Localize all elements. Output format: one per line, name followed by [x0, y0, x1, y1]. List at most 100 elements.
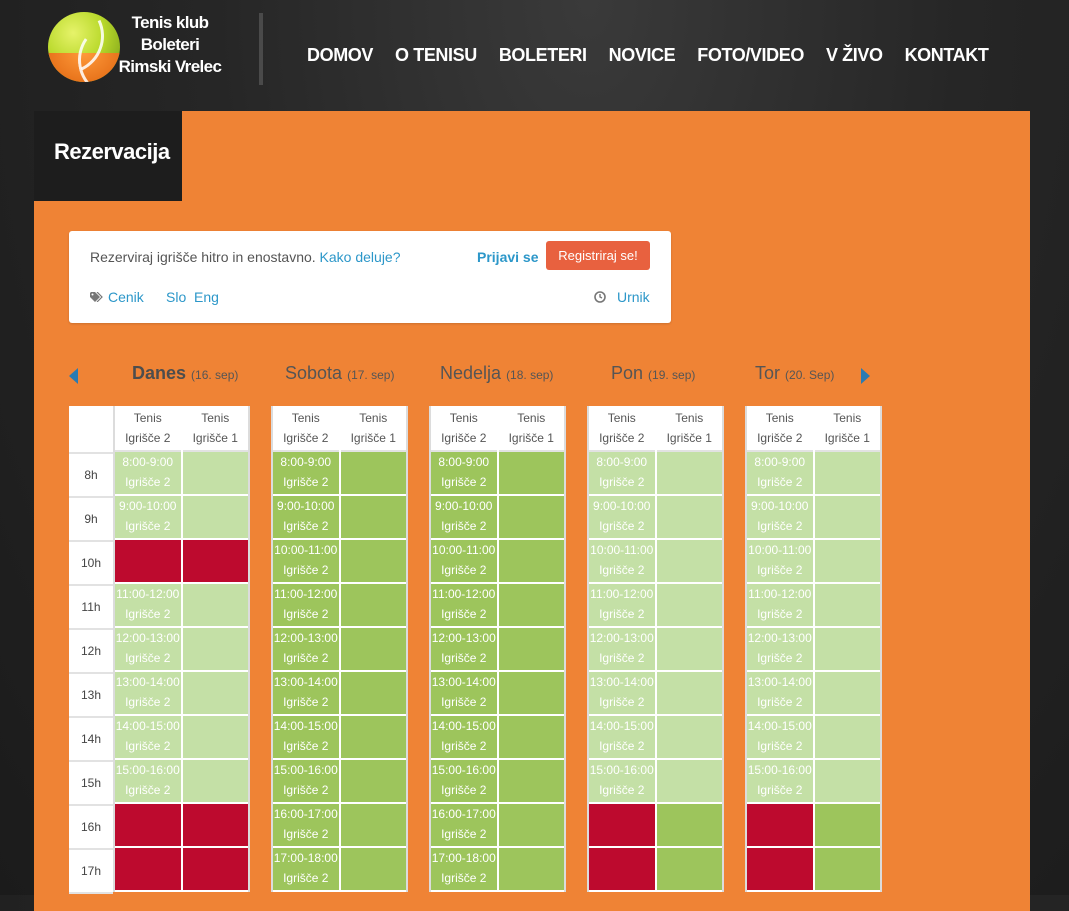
slot-cell[interactable]	[498, 716, 564, 760]
slot-cell[interactable]: 12:00-13:00 Igrišče 2	[431, 628, 497, 672]
slot-cell[interactable]: 9:00-10:00 Igrišče 2	[273, 496, 339, 540]
login-link[interactable]: Prijavi se	[477, 249, 539, 265]
how-it-works-link[interactable]: Kako deluje?	[320, 249, 401, 265]
slot-cell[interactable]: 8:00-9:00 Igrišče 2	[273, 452, 339, 496]
slot-cell[interactable]	[182, 496, 248, 540]
slot-cell[interactable]	[498, 760, 564, 804]
slot-cell[interactable]	[182, 760, 248, 804]
slot-cell[interactable]	[814, 540, 880, 584]
slot-cell[interactable]: 15:00-16:00 Igrišče 2	[589, 760, 655, 804]
slot-cell[interactable]: 9:00-10:00 Igrišče 2	[431, 496, 497, 540]
slot-cell[interactable]	[498, 584, 564, 628]
slot-cell[interactable]	[656, 716, 722, 760]
slot-cell[interactable]	[656, 496, 722, 540]
slot-cell[interactable]: 13:00-14:00 Igrišče 2	[747, 672, 813, 716]
slot-cell[interactable]	[498, 496, 564, 540]
slot-cell[interactable]: 11:00-12:00 Igrišče 2	[431, 584, 497, 628]
slot-cell[interactable]: 14:00-15:00 Igrišče 2	[589, 716, 655, 760]
slot-cell[interactable]: 13:00-14:00 Igrišče 2	[589, 672, 655, 716]
slot-cell[interactable]	[182, 716, 248, 760]
slot-cell[interactable]	[340, 584, 406, 628]
slot-cell[interactable]	[498, 672, 564, 716]
slot-cell[interactable]: 12:00-13:00 Igrišče 2	[115, 628, 181, 672]
slot-cell[interactable]: 15:00-16:00 Igrišče 2	[273, 760, 339, 804]
pricing-link[interactable]: Cenik	[90, 289, 144, 305]
slot-cell[interactable]: 8:00-9:00 Igrišče 2	[747, 452, 813, 496]
slot-cell[interactable]: 10:00-11:00 Igrišče 2	[273, 540, 339, 584]
slot-cell[interactable]	[182, 672, 248, 716]
slot-cell[interactable]: 14:00-15:00 Igrišče 2	[115, 716, 181, 760]
slot-cell[interactable]	[498, 540, 564, 584]
slot-cell[interactable]	[498, 628, 564, 672]
slot-cell[interactable]: 14:00-15:00 Igrišče 2	[747, 716, 813, 760]
slot-cell[interactable]: 11:00-12:00 Igrišče 2	[273, 584, 339, 628]
lang-slo-link[interactable]: Slo	[166, 289, 186, 305]
nav-foto-video[interactable]: FOTO/VIDEO	[686, 44, 815, 66]
slot-cell[interactable]: 8:00-9:00 Igrišče 2	[431, 452, 497, 496]
slot-cell[interactable]	[814, 584, 880, 628]
slot-cell[interactable]: 13:00-14:00 Igrišče 2	[115, 672, 181, 716]
nav-o-tenisu[interactable]: O TENISU	[384, 44, 488, 66]
slot-cell[interactable]: 9:00-10:00 Igrišče 2	[115, 496, 181, 540]
slot-cell[interactable]	[115, 848, 181, 892]
slot-cell[interactable]	[814, 496, 880, 540]
slot-cell[interactable]	[656, 848, 722, 892]
slot-cell[interactable]: 15:00-16:00 Igrišče 2	[115, 760, 181, 804]
slot-cell[interactable]	[182, 584, 248, 628]
slot-cell[interactable]	[814, 672, 880, 716]
slot-cell[interactable]: 12:00-13:00 Igrišče 2	[589, 628, 655, 672]
slot-cell[interactable]	[340, 760, 406, 804]
slot-cell[interactable]	[656, 540, 722, 584]
slot-cell[interactable]: 12:00-13:00 Igrišče 2	[747, 628, 813, 672]
slot-cell[interactable]: 17:00-18:00 Igrišče 2	[273, 848, 339, 892]
slot-cell[interactable]: 15:00-16:00 Igrišče 2	[431, 760, 497, 804]
slot-cell[interactable]	[182, 540, 248, 584]
slot-cell[interactable]	[656, 584, 722, 628]
slot-cell[interactable]	[182, 848, 248, 892]
slot-cell[interactable]	[814, 848, 880, 892]
schedule-link[interactable]: Urnik	[594, 289, 650, 305]
slot-cell[interactable]	[814, 716, 880, 760]
slot-cell[interactable]	[814, 804, 880, 848]
slot-cell[interactable]	[182, 452, 248, 496]
slot-cell[interactable]	[340, 628, 406, 672]
slot-cell[interactable]: 10:00-11:00 Igrišče 2	[747, 540, 813, 584]
slot-cell[interactable]: 12:00-13:00 Igrišče 2	[273, 628, 339, 672]
slot-cell[interactable]	[340, 848, 406, 892]
slot-cell[interactable]	[115, 804, 181, 848]
slot-cell[interactable]	[498, 452, 564, 496]
slot-cell[interactable]	[340, 540, 406, 584]
slot-cell[interactable]: 9:00-10:00 Igrišče 2	[589, 496, 655, 540]
lang-eng-link[interactable]: Eng	[194, 289, 219, 305]
slot-cell[interactable]: 16:00-17:00 Igrišče 2	[273, 804, 339, 848]
slot-cell[interactable]: 10:00-11:00 Igrišče 2	[589, 540, 655, 584]
slot-cell[interactable]	[498, 848, 564, 892]
nav-kontakt[interactable]: KONTAKT	[894, 44, 1000, 66]
slot-cell[interactable]	[747, 804, 813, 848]
slot-cell[interactable]: 13:00-14:00 Igrišče 2	[431, 672, 497, 716]
slot-cell[interactable]: 14:00-15:00 Igrišče 2	[273, 716, 339, 760]
slot-cell[interactable]	[340, 716, 406, 760]
nav-boleteri[interactable]: BOLETERI	[488, 44, 598, 66]
nav-domov[interactable]: DOMOV	[296, 44, 384, 66]
slot-cell[interactable]: 14:00-15:00 Igrišče 2	[431, 716, 497, 760]
slot-cell[interactable]: 8:00-9:00 Igrišče 2	[115, 452, 181, 496]
prev-days-arrow-icon[interactable]	[69, 368, 78, 384]
slot-cell[interactable]	[498, 804, 564, 848]
logo-tennis-ball-icon[interactable]	[48, 12, 120, 82]
logo-text[interactable]: Tenis klub Boleteri Rimski Vrelec	[116, 12, 224, 78]
slot-cell[interactable]	[656, 760, 722, 804]
slot-cell[interactable]: 11:00-12:00 Igrišče 2	[747, 584, 813, 628]
slot-cell[interactable]	[115, 540, 181, 584]
slot-cell[interactable]: 10:00-11:00 Igrišče 2	[431, 540, 497, 584]
slot-cell[interactable]: 11:00-12:00 Igrišče 2	[589, 584, 655, 628]
slot-cell[interactable]	[656, 452, 722, 496]
slot-cell[interactable]: 8:00-9:00 Igrišče 2	[589, 452, 655, 496]
slot-cell[interactable]: 17:00-18:00 Igrišče 2	[431, 848, 497, 892]
slot-cell[interactable]: 11:00-12:00 Igrišče 2	[115, 584, 181, 628]
slot-cell[interactable]	[589, 804, 655, 848]
slot-cell[interactable]: 9:00-10:00 Igrišče 2	[747, 496, 813, 540]
slot-cell[interactable]: 15:00-16:00 Igrišče 2	[747, 760, 813, 804]
slot-cell[interactable]	[814, 452, 880, 496]
nav-novice[interactable]: NOVICE	[598, 44, 687, 66]
